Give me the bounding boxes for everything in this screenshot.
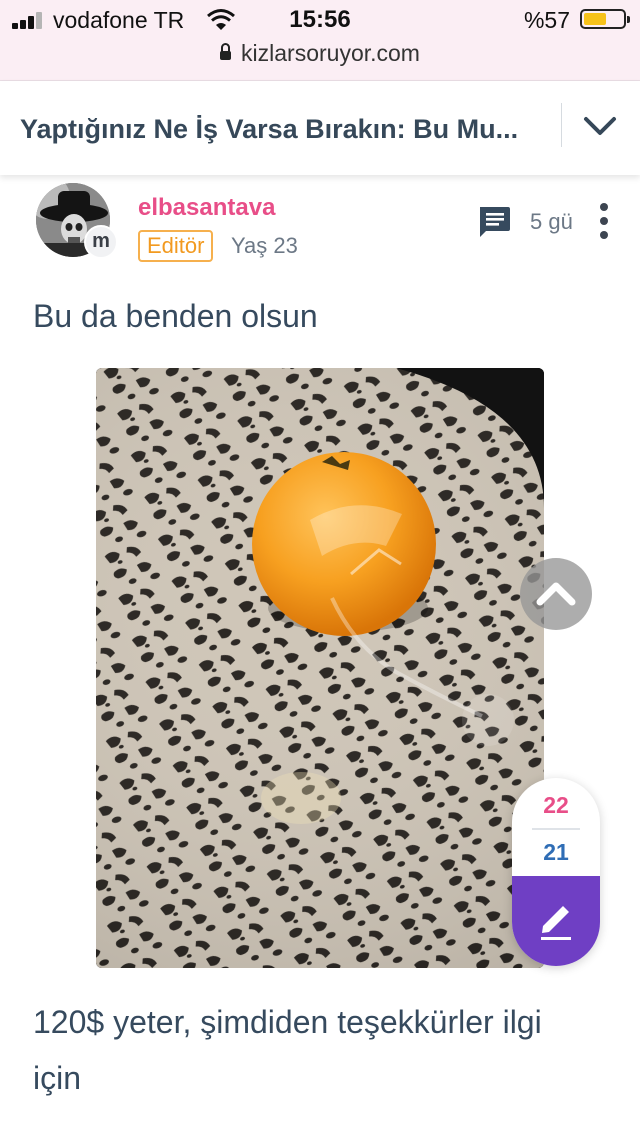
lock-icon [220, 43, 232, 60]
post-time: 5 gü [530, 209, 573, 234]
address-bar[interactable]: kizlarsoruyor.com [0, 40, 640, 67]
comment-icon[interactable] [477, 205, 511, 239]
avatar-badge: m [84, 225, 118, 259]
question-title[interactable]: Yaptığınız Ne İş Varsa Bırakın: Bu Mu... [20, 114, 548, 145]
battery-icon [580, 9, 630, 29]
post-text-continued: 120$ yeter, şimdiden teşekkürler ilgi iç… [33, 1004, 542, 1096]
downvote-count[interactable]: 21 [512, 839, 600, 866]
username-link[interactable]: elbasantava [138, 194, 275, 222]
battery-fill [584, 13, 606, 25]
url-text: kizlarsoruyor.com [241, 40, 420, 66]
battery-percent: %57 [523, 7, 570, 33]
vote-divider [532, 828, 580, 830]
write-answer-button[interactable] [512, 876, 600, 966]
user-age: Yaş 23 [231, 233, 298, 258]
scroll-to-top-button[interactable] [520, 558, 592, 630]
orange-on-leopard-plate-photo [96, 368, 544, 968]
status-bar: vodafone TR 15:56 %57 kizlarsoruyor.com [0, 0, 640, 81]
post-image[interactable] [96, 368, 544, 968]
vote-panel: 22 21 [512, 778, 600, 966]
chevron-up-icon [536, 582, 576, 606]
upvote-count[interactable]: 22 [512, 792, 600, 819]
header-divider [561, 103, 562, 147]
chevron-down-icon[interactable] [582, 114, 618, 138]
author-avatar-group[interactable]: m [36, 183, 118, 261]
post-text: Bu da benden olsun [33, 298, 318, 334]
more-vertical-icon[interactable] [598, 203, 610, 239]
pencil-icon [541, 906, 571, 940]
question-header: Yaptığınız Ne İş Varsa Bırakın: Bu Mu... [0, 81, 640, 175]
editor-badge: Editör [138, 230, 214, 262]
